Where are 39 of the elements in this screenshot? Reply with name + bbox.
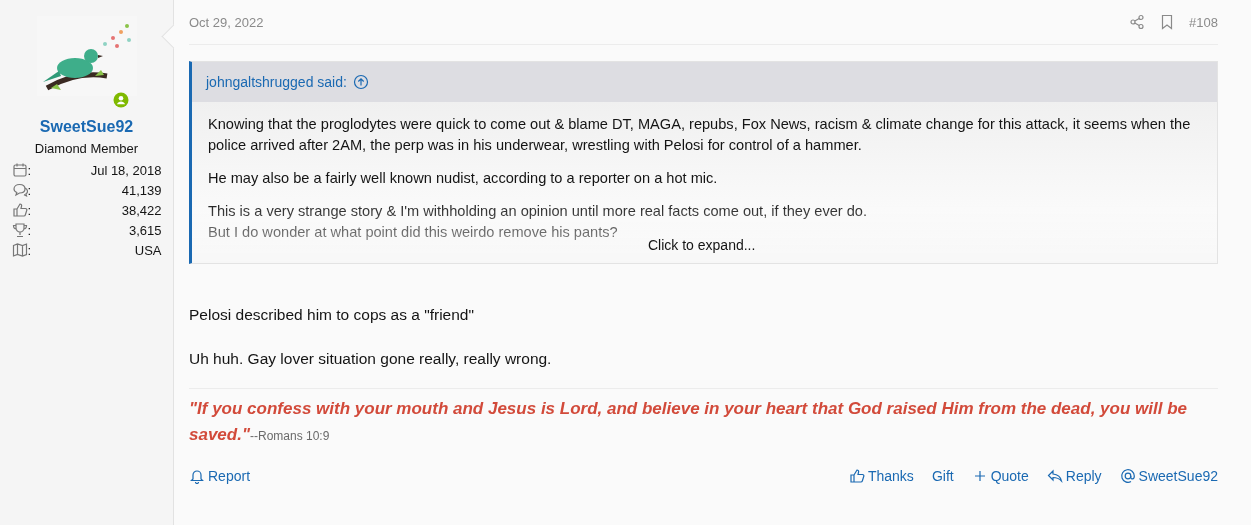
- thumbs-up-icon: [11, 202, 28, 218]
- thumbs-up-icon: [848, 468, 865, 484]
- chat-bubbles-icon: [11, 182, 28, 198]
- post-date[interactable]: Oct 29, 2022: [189, 14, 264, 30]
- stat-value: 3,615: [128, 222, 162, 238]
- up-arrow-circle-icon: [352, 74, 369, 90]
- action-link[interactable]: Quote: [971, 468, 1029, 484]
- calendar-icon: [11, 162, 28, 178]
- action-link[interactable]: Reply: [1046, 468, 1102, 484]
- post-paragraph: Uh huh. Gay lover situation gone really, really wrong.: [189, 350, 553, 368]
- username-link[interactable]: SweetSue92: [39, 118, 134, 136]
- action-link[interactable]: SweetSue92: [1119, 468, 1218, 484]
- stat-label: :: [27, 162, 32, 178]
- action-link[interactable]: Gift: [931, 468, 954, 484]
- expand-link[interactable]: Click to expand...: [648, 237, 756, 253]
- stat-value: 38,422: [121, 202, 162, 218]
- stat-label: :: [27, 222, 32, 238]
- signature: "If you confess with your mouth and Jesus is Lord, and believe in your heart that God raised Him from the dead, you will be saved."--Romans 10:9: [189, 388, 1218, 448]
- post-number-link[interactable]: #108: [1189, 14, 1218, 30]
- stat-value: Jul 18, 2018: [90, 162, 162, 178]
- at-sign-icon: [1119, 468, 1136, 484]
- quote-paragraph: He may also be a fairly well known nudist, according to a reporter on a hot mic.: [208, 169, 719, 188]
- share-icon: [1129, 14, 1146, 30]
- post-paragraph: Pelosi described him to cops as a "friend": [189, 306, 475, 324]
- action-link[interactable]: Thanks: [848, 468, 914, 484]
- quote-paragraph: Knowing that the proglodytes were quick to come out & blame DT, MAGA, repubs, Fox News, racism & climate change for this attack, it seems when the police arrived after 2AM, the perp was in his underwear, wrestling with Pelosi for control of a hammer.: [208, 115, 1192, 155]
- bell-icon: [189, 468, 205, 484]
- action-link[interactable]: Report: [189, 468, 251, 484]
- stat-label: :: [27, 202, 32, 218]
- map-icon: [11, 242, 28, 258]
- reply-arrow-icon: [1046, 468, 1063, 484]
- user-title: Diamond Member: [34, 141, 139, 156]
- stat-label: :: [27, 182, 32, 198]
- quote-attribution-link[interactable]: johngaltshrugged said:: [206, 74, 347, 90]
- quote-paragraph: This is a very strange story & I'm withholding an opinion until more real facts come out, if they ever do. But I do wonder at what point did this weirdo remove his pants?: [208, 202, 868, 240]
- trophy-icon: [11, 222, 28, 238]
- stat-label: :: [27, 242, 32, 258]
- stat-value: USA: [134, 242, 162, 258]
- stat-value: 41,139: [121, 182, 162, 198]
